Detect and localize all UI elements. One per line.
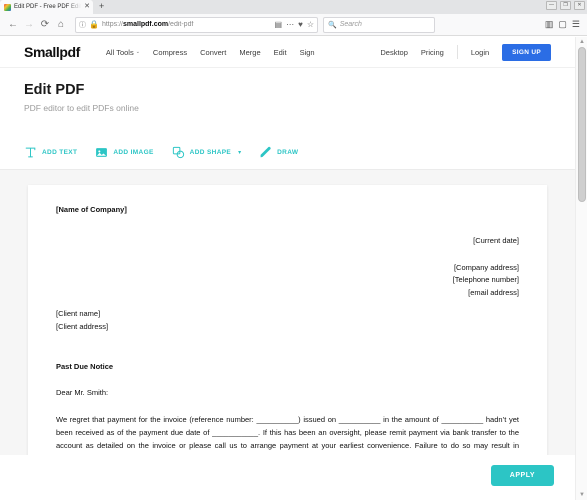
- url-text: https://smallpdf.com/edit-pdf: [102, 21, 272, 28]
- chevron-down-icon: ⌄: [135, 49, 140, 55]
- chevron-down-icon: ▾: [238, 150, 242, 156]
- home-icon[interactable]: ⌂: [53, 17, 69, 33]
- minimize-icon[interactable]: —: [546, 1, 557, 10]
- shape-tool-icon: [172, 146, 185, 159]
- nav-item-compress[interactable]: Compress: [153, 48, 187, 57]
- pencil-tool-icon: [259, 146, 272, 159]
- doc-client-name: [Client name]: [56, 309, 101, 319]
- nav-item-label: All Tools: [105, 47, 134, 57]
- close-window-icon[interactable]: ✕: [574, 1, 585, 10]
- doc-company-name: [Name of Company]: [56, 205, 127, 214]
- apply-bar: APPLY: [0, 455, 575, 500]
- doc-email: [email address]: [468, 287, 519, 297]
- new-tab-button[interactable]: +: [99, 0, 104, 14]
- doc-salutation: Dear Mr. Smith:: [56, 387, 109, 397]
- doc-current-date: [Current date]: [473, 236, 519, 245]
- page-header: Edit PDF PDF editor to edit PDFs online: [0, 68, 575, 113]
- page-scrollbar[interactable]: ▲ ▼: [575, 37, 587, 500]
- site-nav-right: Desktop Pricing Login SIGN UP: [380, 43, 551, 61]
- search-icon: 🔍: [328, 21, 337, 29]
- browser-tabstrip: Edit PDF - Free PDF Editor Wor ✕ + — ❐ ✕: [0, 0, 587, 14]
- nav-item-merge[interactable]: Merge: [239, 48, 260, 57]
- add-text-tool[interactable]: ADD TEXT: [24, 146, 77, 159]
- browser-tab[interactable]: Edit PDF - Free PDF Editor Wor ✕: [0, 0, 93, 14]
- signup-button[interactable]: SIGN UP: [502, 43, 551, 61]
- browser-window: Edit PDF - Free PDF Editor Wor ✕ + — ❐ ✕…: [0, 0, 587, 500]
- site-navbar: Smallpdf All Tools ⌄ Compress Convert Me…: [0, 37, 575, 68]
- scroll-up-icon[interactable]: ▲: [576, 37, 587, 47]
- forward-icon[interactable]: →: [21, 17, 37, 33]
- add-image-tool[interactable]: ADD IMAGE: [95, 146, 153, 159]
- browser-navigation-bar: ← → ⟳ ⌂ ⓘ 🔒 https://smallpdf.com/edit-pd…: [0, 14, 587, 36]
- reload-icon[interactable]: ⟳: [37, 17, 53, 33]
- doc-sender-block: [Company address] [Telephone number] [em…: [56, 262, 519, 299]
- url-path: /edit-pdf: [168, 21, 194, 28]
- nav-item-all-tools[interactable]: All Tools ⌄: [106, 48, 140, 57]
- pdf-canvas: [Name of Company] [Current date] [Compan…: [0, 170, 575, 500]
- text-tool-icon: [24, 146, 37, 159]
- add-image-label: ADD IMAGE: [113, 149, 154, 156]
- page-title: Edit PDF: [24, 82, 85, 98]
- scroll-down-icon[interactable]: ▼: [576, 490, 587, 500]
- menu-hamburger-icon[interactable]: ☰: [572, 19, 580, 30]
- url-domain: smallpdf.com: [122, 21, 169, 28]
- url-protocol: https://: [101, 21, 123, 28]
- doc-subject: Past Due Notice: [56, 361, 114, 371]
- login-link[interactable]: Login: [471, 48, 489, 57]
- maximize-icon[interactable]: ❐: [560, 1, 571, 10]
- browser-toolbar-right: ▥ ▢ ☰: [545, 19, 582, 30]
- browser-tab-title: Edit PDF - Free PDF Editor Wor: [14, 4, 81, 10]
- pdf-page[interactable]: [Name of Company] [Current date] [Compan…: [28, 185, 547, 470]
- library-icon[interactable]: ▥: [545, 19, 554, 30]
- scrollbar-thumb[interactable]: [578, 47, 586, 202]
- browser-search-bar[interactable]: 🔍 Search: [323, 16, 435, 33]
- nav-item-edit[interactable]: Edit: [274, 48, 287, 57]
- back-icon[interactable]: ←: [5, 17, 21, 33]
- draw-label: DRAW: [277, 149, 299, 156]
- close-icon[interactable]: ✕: [84, 0, 90, 14]
- add-shape-label: ADD SHAPE: [189, 149, 232, 156]
- nav-item-desktop[interactable]: Desktop: [380, 48, 408, 57]
- apply-button[interactable]: APPLY: [490, 465, 554, 486]
- add-shape-tool[interactable]: ADD SHAPE ▾: [172, 146, 241, 159]
- window-controls: — ❐ ✕: [546, 1, 585, 10]
- nav-item-sign[interactable]: Sign: [300, 48, 315, 57]
- web-page: Smallpdf All Tools ⌄ Compress Convert Me…: [0, 37, 575, 500]
- sidebar-icon[interactable]: ▢: [558, 19, 567, 30]
- page-actions-icon[interactable]: ⋯: [286, 20, 294, 29]
- page-subtitle: PDF editor to edit PDFs online: [24, 103, 139, 113]
- lock-icon: 🔒: [89, 20, 99, 29]
- smallpdf-logo[interactable]: Smallpdf: [24, 44, 80, 60]
- url-bar[interactable]: ⓘ 🔒 https://smallpdf.com/edit-pdf ▤ ⋯ ♥ …: [75, 16, 318, 33]
- draw-tool[interactable]: DRAW: [259, 146, 298, 159]
- image-tool-icon: [95, 146, 108, 159]
- doc-client-block: [Client name] [Client address]: [56, 308, 519, 333]
- pocket-icon[interactable]: ♥: [298, 20, 303, 29]
- reader-view-icon[interactable]: ▤: [275, 20, 283, 29]
- doc-company-address: [Company address]: [453, 263, 519, 272]
- url-actions: ▤ ⋯ ♥ ☆: [275, 20, 314, 29]
- doc-client-address: [Client address]: [56, 321, 109, 331]
- bookmark-star-icon[interactable]: ☆: [307, 20, 314, 29]
- doc-telephone: [Telephone number]: [452, 275, 519, 285]
- editor-toolbar: ADD TEXT ADD IMAGE ADD SHAPE ▾ DRAW: [0, 136, 575, 170]
- nav-divider: [456, 45, 458, 59]
- nav-item-pricing[interactable]: Pricing: [421, 48, 444, 57]
- nav-item-convert[interactable]: Convert: [200, 48, 226, 57]
- search-placeholder: Search: [339, 21, 362, 28]
- page-info-icon[interactable]: ⓘ: [79, 20, 86, 30]
- add-text-label: ADD TEXT: [42, 149, 78, 156]
- smallpdf-favicon-icon: [4, 3, 11, 11]
- site-nav-links: All Tools ⌄ Compress Convert Merge Edit …: [106, 48, 315, 57]
